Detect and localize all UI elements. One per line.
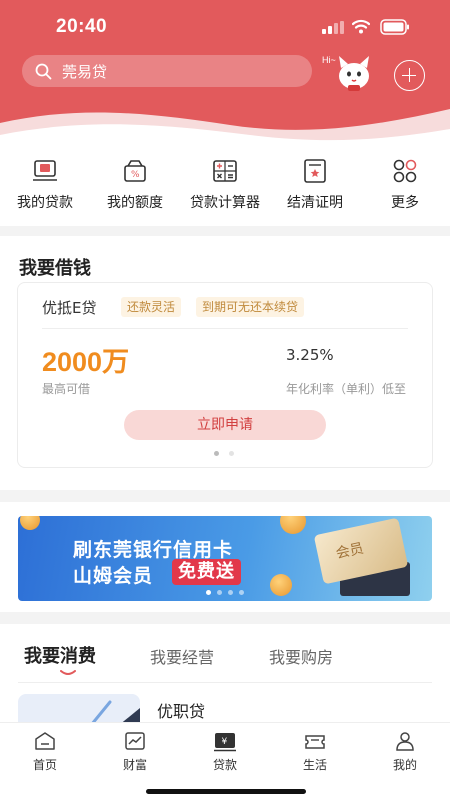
nav-loan[interactable]: ¥ 贷款 — [195, 729, 255, 773]
loan-product-card[interactable]: 优抵E贷 还款灵活 到期可无还本续贷 2000万 最高可借 3.25% 年化利率… — [17, 282, 433, 468]
card-divider — [42, 328, 408, 329]
tab-active-indicator — [60, 670, 76, 675]
interest-rate: 3.25% — [286, 346, 334, 364]
nav-label: 生活 — [302, 758, 327, 772]
calculator-icon — [213, 160, 237, 182]
quick-item-my-quota[interactable]: % 我的额度 — [90, 148, 180, 226]
carousel-dot — [214, 451, 219, 456]
header-wave — [0, 109, 450, 150]
home-indicator — [146, 789, 306, 794]
product-tag: 还款灵活 — [121, 297, 182, 317]
quick-menu: 我的贷款 % 我的额度 贷款计算器 结清证明 更多 — [0, 148, 450, 226]
battery-icon — [380, 19, 409, 35]
nav-label: 首页 — [32, 758, 57, 772]
more-icon — [393, 159, 417, 183]
tabs-divider — [18, 682, 432, 683]
svg-text:¥: ¥ — [222, 737, 228, 747]
nav-label: 贷款 — [212, 758, 237, 772]
banner-subline: 山姆会员 — [73, 565, 154, 587]
tab-business[interactable]: 我要经营 — [150, 644, 214, 668]
carousel-dot — [217, 590, 222, 595]
nav-home[interactable]: 首页 — [15, 729, 75, 773]
nav-label: 我的 — [392, 758, 417, 772]
wealth-icon — [125, 732, 145, 750]
search-icon — [35, 63, 52, 79]
banner-headline: 刷东莞银行信用卡 — [73, 539, 234, 561]
search-input[interactable]: 莞易贷 — [22, 55, 312, 87]
add-button[interactable] — [394, 60, 425, 91]
quick-item-calculator[interactable]: 贷款计算器 — [180, 148, 270, 226]
quick-item-label: 我的贷款 — [17, 195, 73, 211]
coin-decoration — [270, 574, 292, 596]
certificate-icon — [304, 159, 326, 183]
consume-section: 我要消费 我要经营 我要购房 优职贷 — [0, 624, 450, 734]
banner-carousel-indicator — [206, 590, 246, 596]
coin-decoration — [20, 516, 40, 530]
nav-life[interactable]: 生活 — [285, 729, 345, 773]
carousel-indicator — [214, 451, 238, 457]
status-time: 20:40 — [56, 16, 108, 37]
nav-label: 财富 — [122, 758, 147, 772]
product-tag: 到期可无还本续贷 — [196, 297, 305, 317]
avatar[interactable] — [326, 50, 374, 92]
quick-item-label: 更多 — [391, 195, 419, 211]
tab-house[interactable]: 我要购房 — [269, 644, 333, 668]
quick-item-label: 我的额度 — [107, 195, 163, 211]
quick-item-label: 贷款计算器 — [190, 195, 260, 211]
loan-icon — [33, 160, 57, 181]
member-card-text: 会员 — [334, 540, 366, 563]
search-placeholder: 莞易贷 — [62, 62, 108, 81]
borrow-section: 我要借钱 优抵E贷 还款灵活 到期可无还本续贷 2000万 最高可借 3.25%… — [0, 236, 450, 490]
coin-decoration — [280, 516, 306, 534]
nav-wealth[interactable]: 财富 — [105, 729, 165, 773]
product-title: 优职贷 — [157, 702, 206, 721]
svg-text:%: % — [131, 170, 140, 180]
carousel-dot — [228, 590, 233, 595]
status-bar: 20:40 — [0, 0, 450, 50]
quick-item-certificate[interactable]: 结清证明 — [270, 148, 360, 226]
profile-icon — [396, 732, 414, 751]
quick-item-my-loan[interactable]: 我的贷款 — [0, 148, 90, 226]
promo-banner[interactable]: 刷东莞银行信用卡 山姆会员 免费送 会员 — [18, 516, 432, 601]
bottom-nav: 首页 财富 ¥ 贷款 生活 我的 — [0, 722, 450, 800]
tab-consume[interactable]: 我要消费 — [24, 642, 96, 668]
max-amount: 2000万 — [42, 347, 130, 377]
apply-button[interactable]: 立即申请 — [124, 410, 326, 440]
quick-item-label: 结清证明 — [287, 195, 343, 211]
carousel-dot — [239, 590, 244, 595]
quota-icon: % — [124, 160, 146, 182]
carousel-dot — [206, 590, 211, 595]
banner-highlight: 免费送 — [172, 559, 241, 585]
home-icon — [35, 732, 55, 750]
nav-profile[interactable]: 我的 — [375, 729, 435, 773]
wifi-icon — [352, 19, 370, 34]
header: 20:40 莞易贷 Hi~ — [0, 0, 450, 150]
interest-rate-label: 年化利率（单利）低至 — [286, 382, 407, 396]
max-amount-label: 最高可借 — [42, 382, 91, 396]
banner-section: 刷东莞银行信用卡 山姆会员 免费送 会员 — [0, 502, 450, 612]
quick-item-more[interactable]: 更多 — [360, 148, 450, 226]
carousel-dot — [229, 451, 234, 456]
section-title: 我要借钱 — [19, 258, 91, 279]
signal-icon — [322, 21, 344, 34]
loan-nav-icon: ¥ — [214, 733, 236, 752]
product-name: 优抵E贷 — [42, 299, 97, 317]
life-icon — [305, 735, 325, 749]
